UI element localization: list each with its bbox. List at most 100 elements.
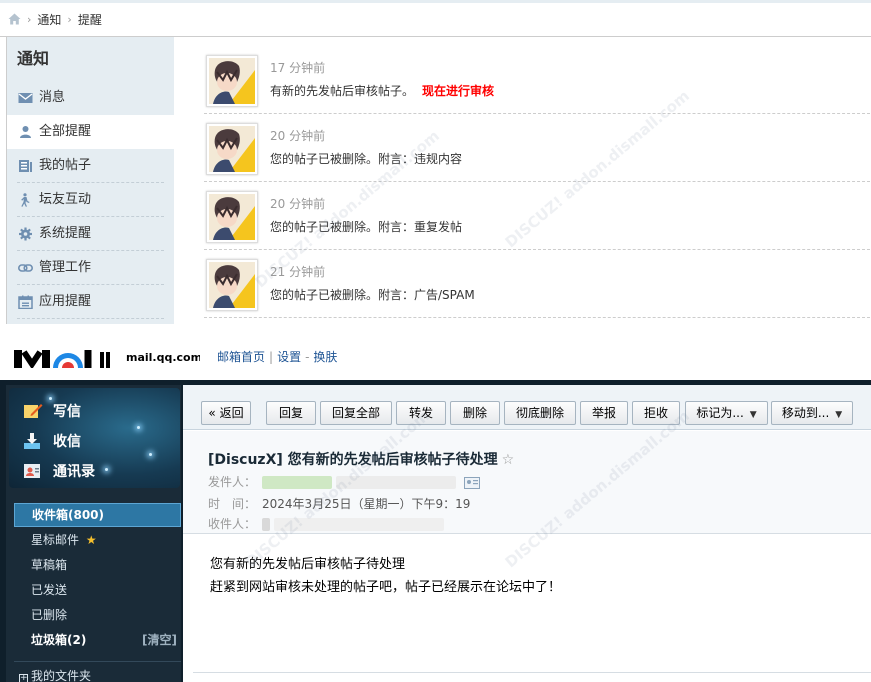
sidebar-title: 通知 — [17, 49, 50, 68]
sidebar-item-label: 系统提醒 — [39, 226, 92, 241]
list-item: 20 分钟前 您的帖子已被删除。附言：重复发帖 — [204, 182, 870, 250]
mail-top-nav: 邮箱首页 | 设置 - 换肤 — [217, 348, 337, 365]
sidebar-item-interaction[interactable]: 坛友互动 — [7, 183, 174, 217]
mail-frame: 写信 收信 通讯录 收件箱(800) 星标邮件 ★ 草稿箱 已发送 已删除 垃圾… — [0, 380, 871, 682]
breadcrumb-separator: › — [67, 12, 72, 26]
qqmail-logo-icon — [14, 350, 110, 368]
back-button[interactable]: « 返回 — [201, 401, 251, 425]
sidebar-item-my-posts[interactable]: 我的帖子 — [7, 149, 174, 183]
contacts-icon — [24, 464, 40, 478]
compose-icon — [24, 404, 43, 418]
folder-inbox[interactable]: 收件箱(800) — [14, 503, 181, 527]
compose-button[interactable]: 写信 — [23, 400, 81, 422]
folder-drafts[interactable]: 草稿箱 — [14, 553, 181, 578]
notice-time: 20 分钟前 — [270, 129, 326, 143]
sidebar-item-label: 坛友互动 — [39, 192, 92, 207]
folder-sent[interactable]: 已发送 — [14, 578, 181, 603]
chevron-down-icon: ▼ — [835, 410, 843, 420]
avatar[interactable] — [206, 123, 258, 175]
contacts-button[interactable]: 通讯录 — [23, 460, 95, 482]
sidebar-item-system[interactable]: 系统提醒 — [7, 217, 174, 251]
sidebar-item-label: 消息 — [39, 90, 66, 105]
folder-label: 垃圾箱(2) — [31, 633, 87, 647]
reply-button[interactable]: 回复 — [266, 401, 316, 425]
top-divider — [0, 0, 871, 3]
notice-text: 有新的先发帖后审核帖子。 现在进行审核 — [270, 82, 494, 99]
recipient-redacted — [261, 518, 270, 531]
skin-link[interactable]: 换肤 — [313, 350, 337, 364]
mark-as-dropdown[interactable]: 标记为... ▼ — [685, 401, 768, 425]
reject-button[interactable]: 拒收 — [632, 401, 680, 425]
folder-list: 收件箱(800) 星标邮件 ★ 草稿箱 已发送 已删除 垃圾箱(2) [清空] … — [14, 500, 181, 682]
list-item: 21 分钟前 您的帖子已被删除。附言：广告/SPAM — [204, 250, 870, 318]
time-value: 2024年3月25日（星期一）下午9：19 — [262, 497, 471, 511]
receive-label: 收信 — [53, 434, 81, 450]
time-label: 时 间： — [208, 497, 257, 511]
reply-all-button[interactable]: 回复全部 — [320, 401, 392, 425]
avatar[interactable] — [206, 259, 258, 311]
avatar[interactable] — [206, 191, 258, 243]
clear-spam-link[interactable]: [清空] — [142, 628, 177, 653]
delete-button[interactable]: 删除 — [450, 401, 500, 425]
contacts-label: 通讯录 — [53, 464, 95, 480]
move-to-dropdown[interactable]: 移动到... ▼ — [771, 401, 853, 425]
folder-spam[interactable]: 垃圾箱(2) [清空] — [14, 628, 181, 653]
sender-redacted — [261, 476, 332, 489]
star-icon: ★ — [85, 533, 97, 547]
mail-domain: mail.qq.com — [126, 351, 200, 364]
home-icon[interactable] — [8, 13, 21, 25]
download-icon — [24, 433, 40, 449]
notice-message: 有新的先发帖后审核帖子。 — [270, 84, 415, 98]
avatar[interactable] — [206, 55, 258, 107]
notice-text: 您的帖子已被删除。附言：广告/SPAM — [270, 288, 475, 302]
star-outline-icon[interactable]: ☆ — [502, 452, 515, 468]
folder-divider — [14, 661, 181, 662]
avatar-image — [209, 58, 255, 104]
review-now-link[interactable]: 现在进行审核 — [422, 84, 494, 98]
compose-label: 写信 — [53, 404, 81, 420]
notice-time: 21 分钟前 — [270, 265, 326, 279]
avatar-image — [209, 262, 255, 308]
receive-button[interactable]: 收信 — [23, 430, 81, 452]
settings-link[interactable]: 设置 — [277, 350, 301, 364]
report-button[interactable]: 举报 — [580, 401, 628, 425]
my-folders-toggle[interactable]: + 我的文件夹 — [14, 666, 181, 682]
sidebar-item-all-reminders[interactable]: 全部提醒 — [7, 115, 175, 149]
mail-actions-panel: 写信 收信 通讯录 — [9, 388, 180, 488]
mail-home-link[interactable]: 邮箱首页 — [217, 350, 265, 364]
notice-sidebar: 通知 消息 全部提醒 我的帖子 坛友互动 系统提醒 管理工作 应用提醒 — [6, 37, 175, 324]
contact-card-icon[interactable] — [463, 476, 480, 489]
sender-row: 发件人： — [208, 473, 480, 490]
breadcrumb-remind[interactable]: 提醒 — [78, 11, 102, 28]
sidebar-item-label: 应用提醒 — [39, 294, 92, 309]
avatar-image — [209, 194, 255, 240]
notice-time: 20 分钟前 — [270, 197, 326, 211]
delete-permanently-button[interactable]: 彻底删除 — [504, 401, 576, 425]
message-subject: [DiscuzX] 您有新的先发帖后审核帖子待处理 ☆ — [208, 449, 514, 469]
chevron-down-icon: ▼ — [749, 410, 757, 420]
recipient-row: 收件人： — [208, 515, 444, 532]
dropdown-label: 移动到... — [781, 406, 830, 420]
notice-time: 17 分钟前 — [270, 61, 326, 75]
folder-label: 我的文件夹 — [31, 669, 92, 682]
sidebar-item-apps[interactable]: 应用提醒 — [7, 285, 174, 319]
sidebar-item-admin[interactable]: 管理工作 — [7, 251, 174, 285]
gear-icon — [19, 227, 32, 241]
nav-divider: | — [269, 350, 274, 364]
sidebar-item-label: 全部提醒 — [39, 124, 92, 139]
folder-label: 星标邮件 — [31, 533, 80, 547]
sender-label: 发件人： — [208, 475, 257, 489]
mail-logo[interactable]: mail.qq.com — [10, 340, 200, 368]
folder-deleted[interactable]: 已删除 — [14, 603, 181, 628]
sidebar-item-messages[interactable]: 消息 — [7, 81, 174, 115]
breadcrumb-notice[interactable]: 通知 — [37, 11, 61, 28]
mail-toolbar: « 返回 回复 回复全部 转发 删除 彻底删除 举报 拒收 标记为... ▼ 移动… — [183, 385, 871, 430]
expand-icon: + — [19, 673, 28, 682]
mail-icon — [18, 93, 33, 103]
page: › 通知 › 提醒 通知 消息 全部提醒 我的帖子 坛友互动 系统提醒 管理工作… — [0, 0, 871, 682]
calendar-icon — [18, 295, 33, 309]
sparkle-decoration — [105, 468, 108, 471]
folder-starred[interactable]: 星标邮件 ★ — [14, 528, 181, 553]
forward-button[interactable]: 转发 — [396, 401, 446, 425]
sidebar-item-label: 管理工作 — [39, 260, 92, 275]
